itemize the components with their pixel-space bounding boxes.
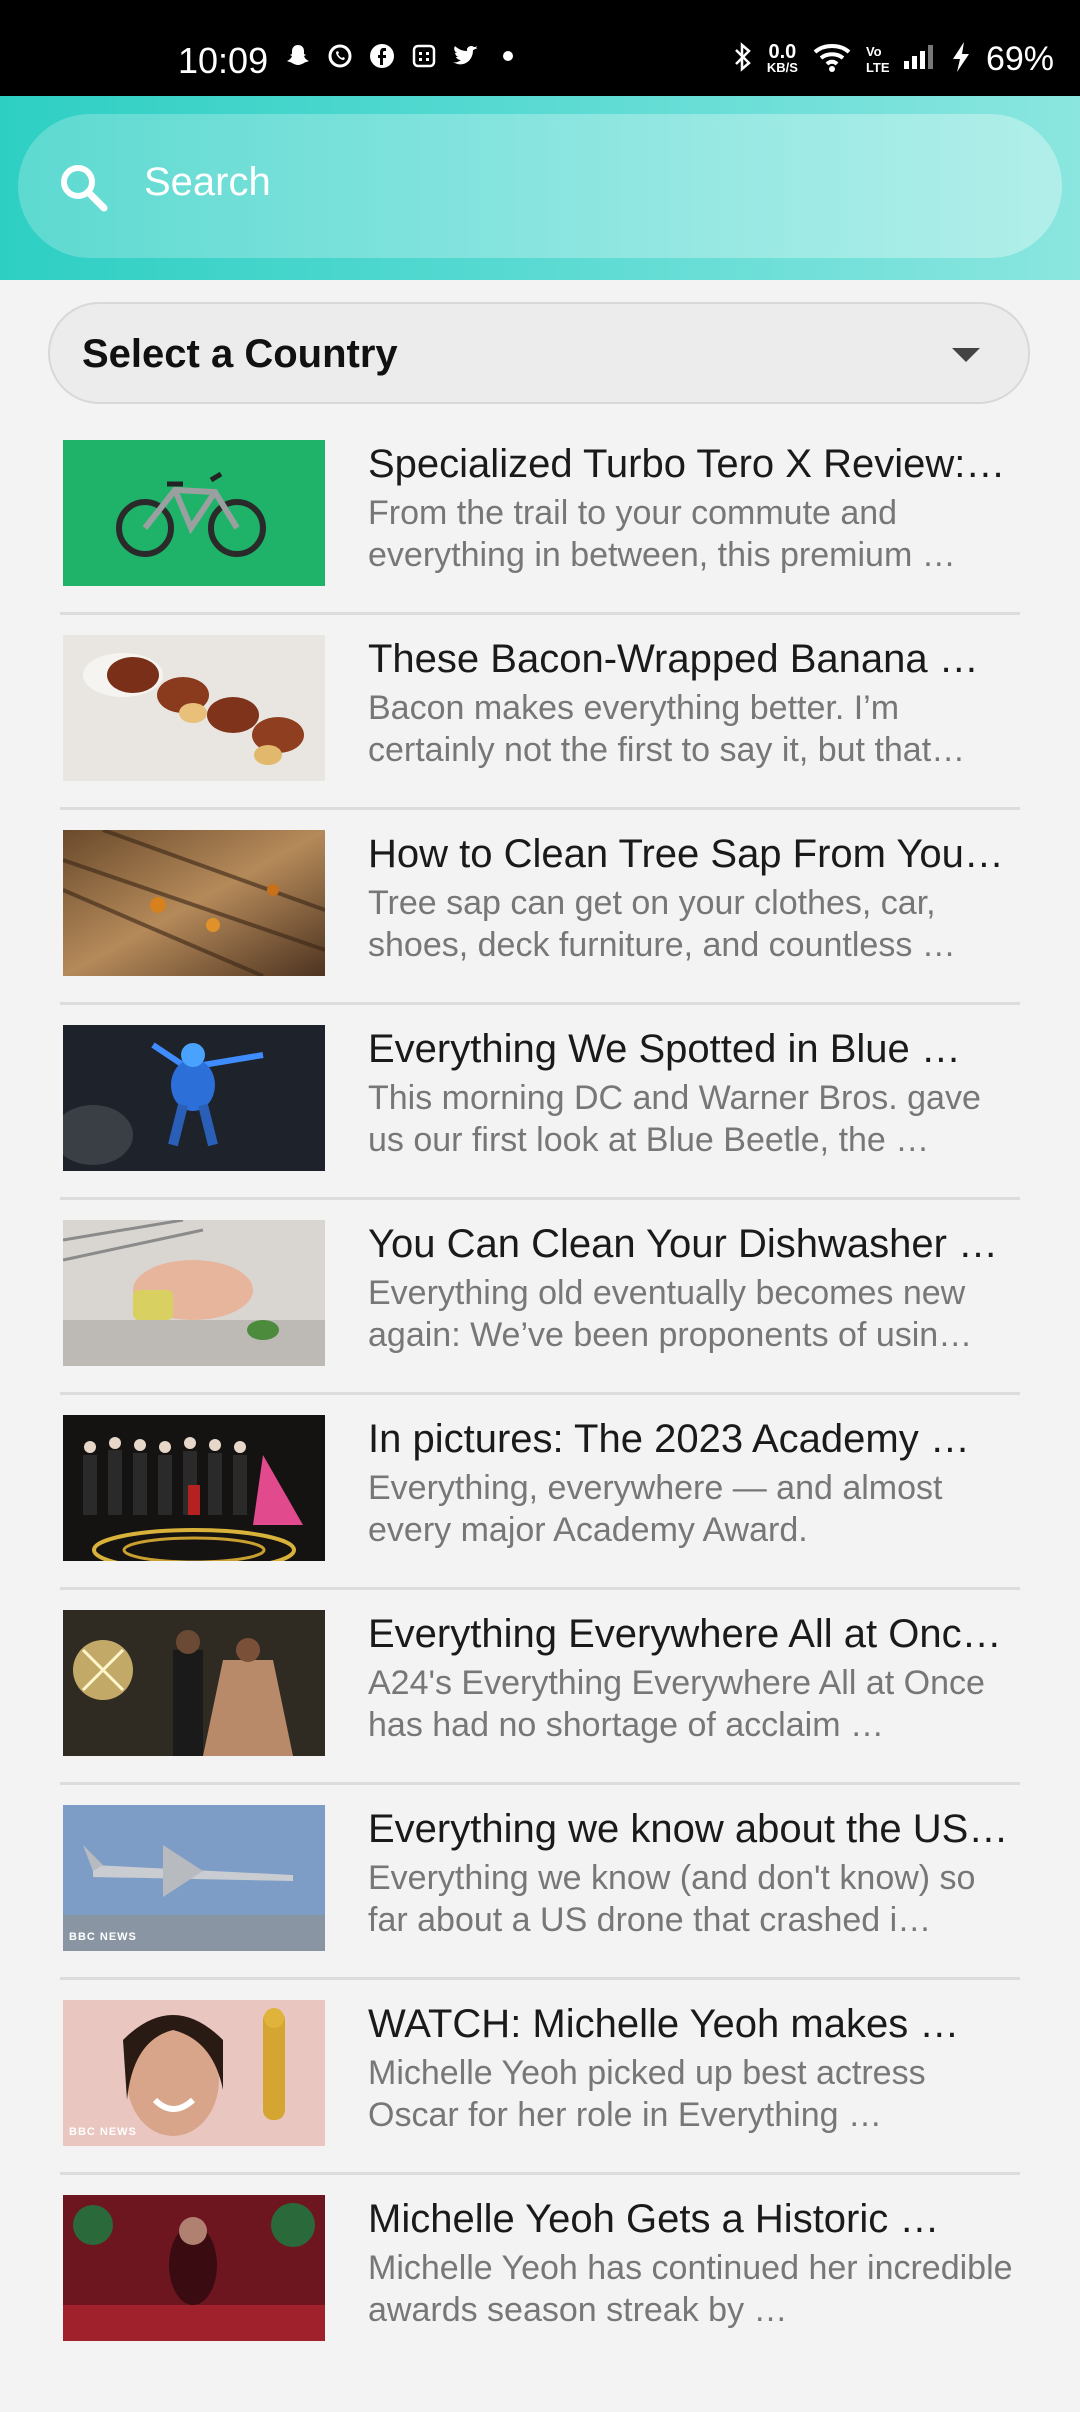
country-select[interactable]: Select a Country (48, 302, 1030, 404)
article-description: Everything old eventually becomes new ag… (368, 1274, 973, 1354)
status-bar: 10:09 0.0 KB/S Vo LTE 69% (0, 0, 1080, 96)
article-title: Specialized Turbo Tero X Review:… (368, 442, 1006, 486)
bluetooth-icon (733, 41, 753, 78)
article-title: Michelle Yeoh Gets a Historic … (368, 2197, 940, 2241)
article-description: Michelle Yeoh picked up best actress Osc… (368, 2054, 926, 2134)
article-description: From the trail to your commute and every… (368, 494, 956, 574)
volte-indicator: Vo LTE (865, 43, 890, 75)
search-input[interactable]: Search (144, 160, 271, 205)
article-thumbnail (63, 1610, 325, 1756)
app-header: Search (0, 96, 1080, 280)
article-thumbnail: BBC NEWS (63, 2000, 325, 2146)
notification-icons (284, 42, 522, 70)
wifi-icon (812, 41, 852, 78)
search-bar[interactable]: Search (18, 114, 1062, 258)
battery-level: 69% (985, 40, 1054, 78)
article-title: WATCH: Michelle Yeoh makes … (368, 2002, 960, 2046)
article-title: These Bacon-Wrapped Banana … (368, 637, 979, 681)
twitter-icon (452, 42, 480, 70)
dot-icon (494, 42, 522, 70)
data-rate-unit: KB/S (766, 59, 798, 75)
chevron-down-icon (952, 348, 980, 362)
list-item[interactable]: BBC NEWS Everything we know about the US… (60, 1785, 1020, 1980)
article-title: You Can Clean Your Dishwasher … (368, 1222, 999, 1266)
system-icons: 0.0 KB/S Vo LTE 69% (733, 40, 1054, 79)
clock: 10:09 (178, 40, 269, 81)
article-thumbnail (63, 830, 325, 976)
article-thumbnail: BBC NEWS (63, 1805, 325, 1951)
bbc-news-badge: BBC NEWS (69, 1931, 137, 1943)
list-item[interactable]: You Can Clean Your Dishwasher … Everythi… (60, 1200, 1020, 1395)
article-description: Everything, everywhere — and almost ever… (368, 1469, 943, 1549)
article-title: Everything we know about the US… (368, 1807, 1009, 1851)
list-item[interactable]: Michelle Yeoh Gets a Historic … Michelle… (60, 2175, 1020, 2370)
article-thumbnail (63, 2195, 325, 2341)
bbc-news-badge: BBC NEWS (69, 2126, 137, 2138)
article-title: How to Clean Tree Sap From You… (368, 832, 1004, 876)
article-description: Michelle Yeoh has continued her incredib… (368, 2249, 1013, 2329)
data-rate-value: 0.0 (768, 40, 797, 63)
list-item[interactable]: Everything Everywhere All at Onc… A24's … (60, 1590, 1020, 1785)
article-title: Everything Everywhere All at Onc… (368, 1612, 1002, 1656)
whatsapp-icon (326, 42, 354, 70)
snapchat-icon (284, 42, 312, 70)
article-thumbnail (63, 440, 325, 586)
article-list: Specialized Turbo Tero X Review:… From t… (60, 420, 1020, 2370)
article-description: Tree sap can get on your clothes, car, s… (368, 884, 956, 964)
list-item[interactable]: How to Clean Tree Sap From You… Tree sap… (60, 810, 1020, 1005)
calendar-icon (410, 42, 438, 70)
article-title: In pictures: The 2023 Academy … (368, 1417, 970, 1461)
article-title: Everything We Spotted in Blue … (368, 1027, 961, 1071)
list-item[interactable]: These Bacon-Wrapped Banana … Bacon makes… (60, 615, 1020, 810)
data-rate: 0.0 KB/S (766, 40, 798, 76)
article-thumbnail (63, 1025, 325, 1171)
article-description: Everything we know (and don't know) so f… (368, 1859, 976, 1939)
article-description: A24's Everything Everywhere All at Once … (368, 1664, 985, 1744)
search-icon (56, 160, 112, 216)
list-item[interactable]: In pictures: The 2023 Academy … Everythi… (60, 1395, 1020, 1590)
list-item[interactable]: BBC NEWS WATCH: Michelle Yeoh makes … Mi… (60, 1980, 1020, 2175)
charging-icon (950, 40, 972, 79)
article-thumbnail (63, 1220, 325, 1366)
facebook-icon (368, 42, 396, 70)
article-description: Bacon makes everything better. I’m certa… (368, 689, 966, 769)
country-select-label: Select a Country (82, 332, 398, 376)
signal-icon (902, 43, 936, 76)
list-item[interactable]: Everything We Spotted in Blue … This mor… (60, 1005, 1020, 1200)
article-thumbnail (63, 1415, 325, 1561)
article-description: This morning DC and Warner Bros. gave us… (368, 1079, 981, 1159)
list-item[interactable]: Specialized Turbo Tero X Review:… From t… (60, 420, 1020, 615)
article-thumbnail (63, 635, 325, 781)
